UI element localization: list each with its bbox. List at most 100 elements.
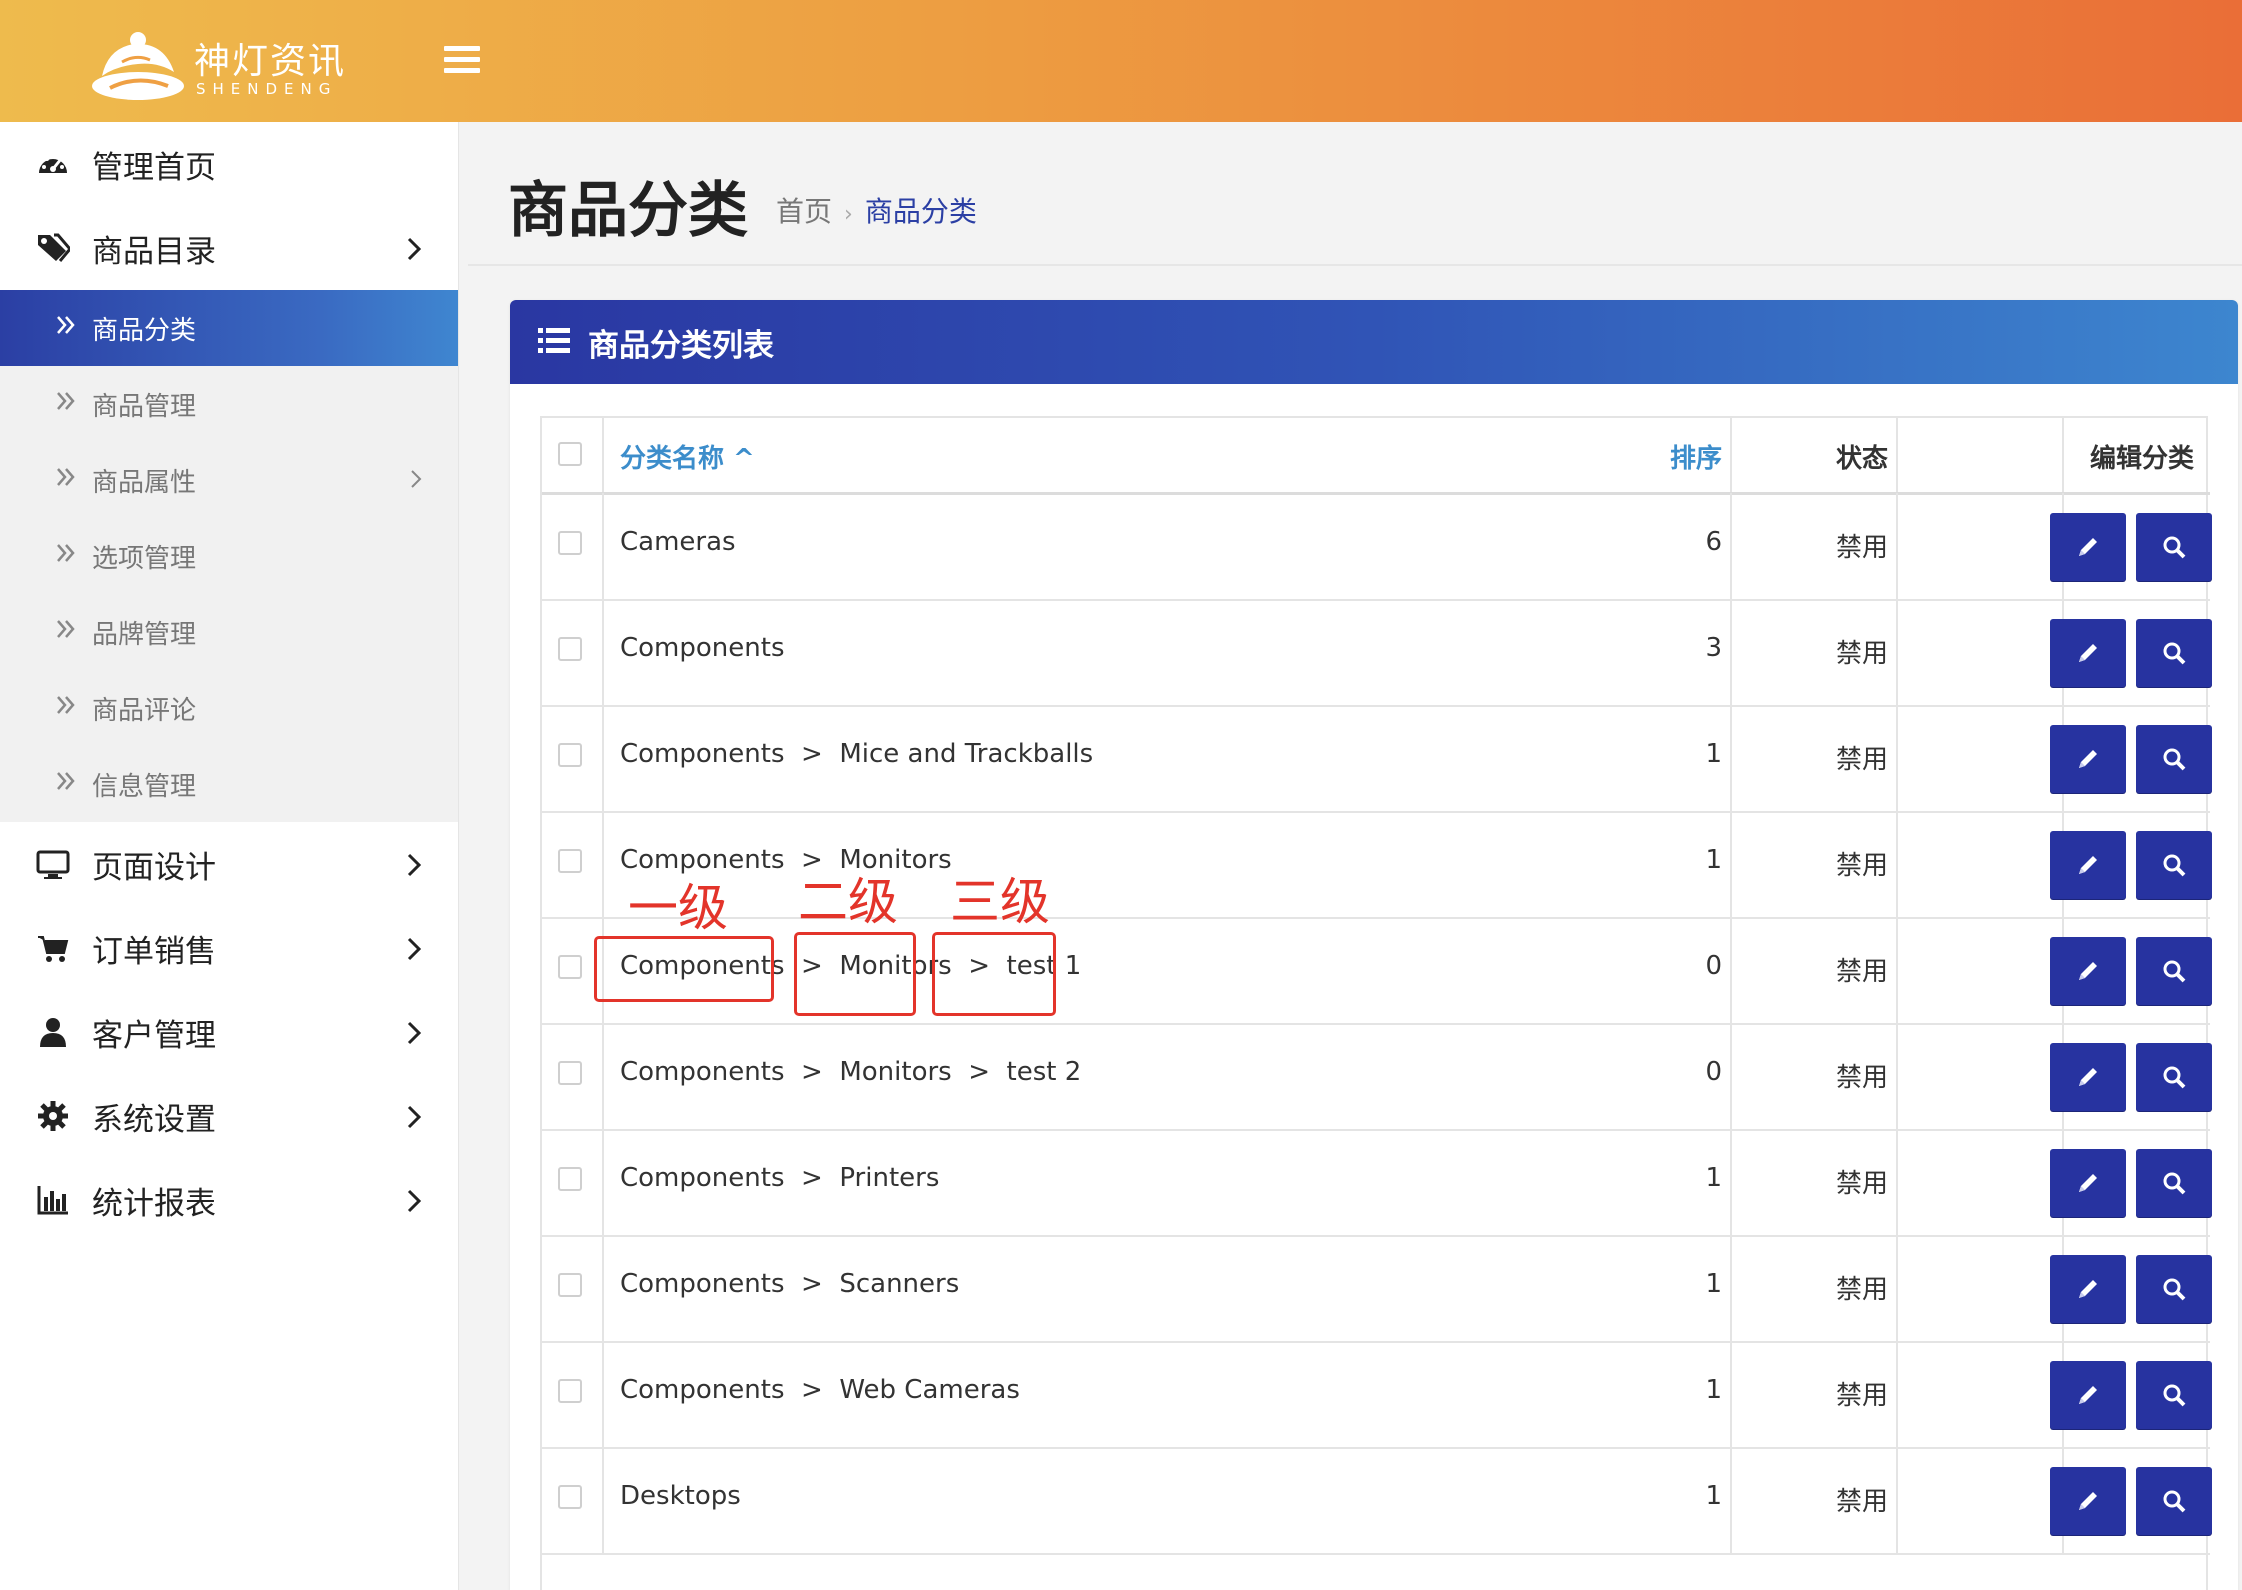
lamp-logo-icon [92, 32, 184, 100]
category-table: 分类名称 ^ 排序 状态 编辑分类 Cameras 6 禁用 Components 3 禁… [540, 416, 2212, 1590]
view-button[interactable] [2136, 831, 2212, 899]
view-button[interactable] [2136, 725, 2212, 793]
sidebar-item-customers[interactable]: 客户管理 [0, 990, 458, 1074]
view-button[interactable] [2136, 1255, 2212, 1323]
row-checkbox[interactable] [558, 637, 582, 661]
row-checkbox[interactable] [558, 1167, 582, 1191]
submenu-item-category[interactable]: 商品分类 [0, 290, 458, 366]
table-row: Cameras 6 禁用 [542, 493, 2212, 601]
edit-button[interactable] [2050, 1361, 2126, 1429]
edit-button[interactable] [2050, 1467, 2126, 1535]
edit-button[interactable] [2050, 937, 2126, 1005]
sort-order: 6 [1705, 527, 1722, 557]
breadcrumb-home-link[interactable]: 首页 [776, 195, 832, 228]
gear-icon [38, 1101, 68, 1131]
sidebar-item-label: 管理首页 [92, 150, 216, 186]
double-chevron-icon [57, 772, 75, 790]
double-chevron-icon [57, 696, 75, 714]
sidebar-item-catalog[interactable]: 商品目录 [0, 206, 458, 290]
row-checkbox[interactable] [558, 531, 582, 555]
sidebar-item-page-design[interactable]: 页面设计 [0, 822, 458, 906]
row-checkbox[interactable] [558, 955, 582, 979]
view-button[interactable] [2136, 937, 2212, 1005]
sidebar-item-label: 系统设置 [92, 1102, 216, 1138]
search-icon [2163, 536, 2186, 559]
chevron-right-icon [407, 237, 422, 261]
sidebar-item-orders[interactable]: 订单销售 [0, 906, 458, 990]
sort-order: 1 [1705, 1481, 1722, 1511]
annotation-box-level3 [932, 932, 1056, 1016]
table-row: Components > Scanners 1 禁用 [542, 1235, 2212, 1343]
edit-button[interactable] [2050, 831, 2126, 899]
edit-button[interactable] [2050, 1043, 2126, 1111]
hamburger-menu-icon[interactable] [444, 46, 480, 76]
breadcrumb-separator-icon: › [844, 202, 853, 227]
sort-order: 3 [1705, 633, 1722, 663]
row-checkbox[interactable] [558, 849, 582, 873]
column-header-sort[interactable]: 排序 [1584, 438, 1722, 475]
view-button[interactable] [2136, 513, 2212, 581]
submenu-item-label: 商品属性 [92, 468, 197, 498]
sort-order: 1 [1705, 739, 1722, 769]
column-header-edit: 编辑分类 [2089, 444, 2194, 474]
status-text: 禁用 [1835, 1381, 1888, 1411]
status-text: 禁用 [1835, 639, 1888, 669]
search-icon [2163, 642, 2186, 665]
panel-header: 商品分类列表 [510, 300, 2238, 384]
view-button[interactable] [2136, 619, 2212, 687]
sidebar: 管理首页 商品目录 商品分类 商品管理 商品属性 选项管理 品牌管理 商品评论 … [0, 122, 459, 1590]
view-button[interactable] [2136, 1149, 2212, 1217]
edit-button[interactable] [2050, 725, 2126, 793]
chevron-right-icon [407, 853, 422, 877]
submenu-item-brands[interactable]: 品牌管理 [0, 594, 458, 670]
edit-button[interactable] [2050, 1255, 2126, 1323]
cart-icon [38, 936, 69, 962]
category-name: Components > Printers [620, 1163, 940, 1193]
view-button[interactable] [2136, 1043, 2212, 1111]
submenu-item-label: 信息管理 [92, 772, 197, 802]
sidebar-item-dashboard[interactable]: 管理首页 [0, 122, 458, 206]
submenu-item-label: 商品评论 [92, 696, 197, 726]
chevron-right-icon [407, 1105, 422, 1129]
pencil-icon [2079, 1174, 2097, 1192]
row-checkbox[interactable] [558, 1485, 582, 1509]
edit-button[interactable] [2050, 1149, 2126, 1217]
logo-subtext: SHENDENG [196, 80, 338, 98]
sidebar-item-settings[interactable]: 系统设置 [0, 1074, 458, 1158]
category-name: Components > Web Cameras [620, 1375, 1020, 1405]
submenu-item-attributes[interactable]: 商品属性 [0, 442, 458, 518]
submenu-item-products[interactable]: 商品管理 [0, 366, 458, 442]
edit-button[interactable] [2050, 513, 2126, 581]
search-icon [2163, 1384, 2186, 1407]
row-checkbox[interactable] [558, 1061, 582, 1085]
row-checkbox[interactable] [558, 1379, 582, 1403]
submenu-item-reviews[interactable]: 商品评论 [0, 670, 458, 746]
table-row: Components > Mice and Trackballs 1 禁用 [542, 705, 2212, 813]
sidebar-item-reports[interactable]: 统计报表 [0, 1158, 458, 1242]
status-text: 禁用 [1835, 851, 1888, 881]
edit-button[interactable] [2050, 619, 2126, 687]
column-header-name[interactable]: 分类名称 ^ [620, 438, 755, 475]
row-checkbox[interactable] [558, 1273, 582, 1297]
logo[interactable]: 神灯资讯 SHENDENG [88, 26, 348, 106]
user-icon [40, 1018, 66, 1047]
annotation-level2-label: 二级 [798, 873, 898, 931]
sort-order: 0 [1705, 1057, 1722, 1087]
row-checkbox[interactable] [558, 743, 582, 767]
pencil-icon [2079, 1386, 2097, 1404]
double-chevron-icon [57, 468, 75, 486]
table-row: Components > Printers 1 禁用 [542, 1129, 2212, 1237]
double-chevron-icon [57, 316, 75, 334]
category-name: Components > Monitors > test 2 [620, 1057, 1082, 1087]
view-button[interactable] [2136, 1467, 2212, 1535]
select-all-checkbox[interactable] [558, 442, 582, 466]
divider [468, 264, 2242, 266]
submenu-item-options[interactable]: 选项管理 [0, 518, 458, 594]
search-icon [2163, 1278, 2186, 1301]
sort-order: 0 [1705, 951, 1722, 981]
annotation-box-level1 [594, 936, 774, 1002]
submenu-item-info[interactable]: 信息管理 [0, 746, 458, 822]
sidebar-item-label: 商品目录 [92, 234, 216, 270]
chevron-right-icon [407, 937, 422, 961]
view-button[interactable] [2136, 1361, 2212, 1429]
